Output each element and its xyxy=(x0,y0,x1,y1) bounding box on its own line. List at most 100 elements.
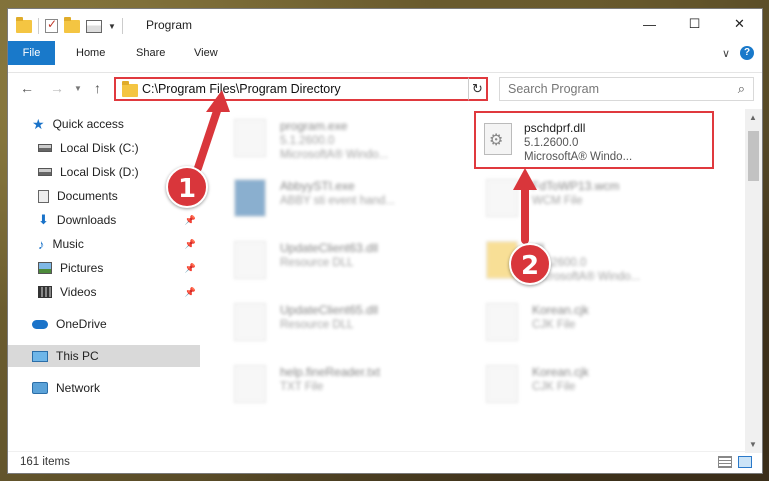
maximize-button[interactable]: ☐ xyxy=(672,9,717,39)
search-input[interactable]: Search Program xyxy=(508,82,599,96)
sidebar-item-music[interactable]: ♪ Music 📌 xyxy=(38,233,200,255)
sidebar-item-network[interactable]: Network xyxy=(32,377,200,399)
text-file-icon xyxy=(234,365,266,403)
help-icon[interactable]: ? xyxy=(740,46,754,60)
folder-icon xyxy=(122,81,138,97)
scroll-down-icon[interactable]: ▼ xyxy=(749,440,757,449)
file-name: FdToWP13.wcm xyxy=(532,179,620,193)
scrollbar-thumb[interactable] xyxy=(748,131,759,181)
file-detail: CJK File xyxy=(532,319,576,331)
list-item[interactable]: Korean.cjk CJK File xyxy=(474,295,714,351)
file-name: AbbyySTI.exe xyxy=(280,179,355,193)
file-name: Korean.cjk xyxy=(532,365,589,379)
minimize-button[interactable]: — xyxy=(627,9,672,39)
sidebar-item-videos[interactable]: Videos 📌 xyxy=(38,281,200,303)
close-button[interactable]: ✕ xyxy=(717,9,762,39)
address-bar[interactable]: C:\Program Files\Program Directory ∨ xyxy=(114,77,488,101)
window-controls: — ☐ ✕ xyxy=(627,9,762,39)
refresh-button[interactable]: ↻ xyxy=(468,77,488,101)
tiles-view-icon[interactable] xyxy=(738,456,752,468)
star-icon: ★ xyxy=(32,115,45,132)
chevron-down-icon[interactable]: ▼ xyxy=(108,22,116,31)
list-item[interactable]: help.fineReader.txt TXT File xyxy=(222,357,462,413)
drive-icon xyxy=(38,168,52,176)
sidebar-item-pictures[interactable]: Pictures 📌 xyxy=(38,257,200,279)
file-list: program.exe 5.1.2600.0 MicrosoftA® Windo… xyxy=(216,109,736,453)
list-item[interactable]: FdToWP13.wcm WCM File xyxy=(474,171,714,227)
vertical-scrollbar[interactable]: ▲ ▼ xyxy=(745,109,762,453)
sidebar-item-downloads[interactable]: ⬇ Downloads 📌 xyxy=(38,209,200,231)
sidebar-item-label: Documents xyxy=(57,189,118,203)
tab-view[interactable]: View xyxy=(194,41,218,65)
file-detail: CJK File xyxy=(532,381,576,393)
computer-icon xyxy=(32,350,48,362)
ribbon-tabs: File Home Share View ∨ ? xyxy=(8,41,762,73)
list-item[interactable]: UpdateClient65.dll Resource DLL xyxy=(222,295,462,351)
file-detail: ABBY sti event hand... xyxy=(280,195,395,207)
pin-icon[interactable]: 📌 xyxy=(185,287,196,298)
videos-icon xyxy=(38,286,52,298)
title-bar: ▼ Program — ☐ ✕ xyxy=(8,9,762,41)
back-arrow-icon[interactable]: ← xyxy=(20,80,34,96)
ribbon-right: ∨ ? xyxy=(722,46,754,60)
step-2-callout: 2 xyxy=(509,243,551,285)
pin-icon[interactable]: 📌 xyxy=(185,215,196,226)
file-name: help.fineReader.txt xyxy=(280,365,381,379)
file-name: program.exe xyxy=(280,119,348,133)
sidebar-item-label: Downloads xyxy=(56,213,117,227)
expand-ribbon-icon[interactable]: ∨ xyxy=(722,47,730,60)
sidebar-item-label: Videos xyxy=(60,285,97,299)
file-detail: TXT File xyxy=(280,381,324,393)
tab-share[interactable]: Share xyxy=(136,41,165,65)
navigation-pane: ★ Quick access Local Disk (C:) Local Dis… xyxy=(8,109,208,453)
file-name: pschdprf.dll xyxy=(524,121,586,135)
item-count: 161 items xyxy=(20,456,70,468)
dll-file-icon xyxy=(484,123,512,155)
list-item[interactable]: UpdateClient63.dll Resource DLL xyxy=(222,233,462,289)
divider xyxy=(38,18,39,34)
network-icon xyxy=(32,382,48,394)
new-folder-icon[interactable] xyxy=(64,16,80,33)
scroll-up-icon[interactable]: ▲ xyxy=(749,113,757,122)
tab-home[interactable]: Home xyxy=(76,41,105,65)
list-item[interactable]: AbbyySTI.exe ABBY sti event hand... xyxy=(222,171,462,227)
file-detail: 5.1.2600.0 xyxy=(524,137,579,149)
list-item[interactable]: program.exe 5.1.2600.0 MicrosoftA® Windo… xyxy=(222,111,462,167)
sidebar-item-label: OneDrive xyxy=(56,317,107,331)
sidebar-item-quick-access[interactable]: ★ Quick access xyxy=(32,113,224,135)
recent-locations-icon[interactable]: ▼ xyxy=(74,84,82,93)
file-name: UpdateClient65.dll xyxy=(280,303,379,317)
sidebar-item-local-disk-c[interactable]: Local Disk (C:) xyxy=(38,137,200,159)
file-detail: Resource DLL xyxy=(280,319,354,331)
status-bar: 161 items xyxy=(8,451,762,473)
sidebar-item-label: Network xyxy=(56,381,101,395)
search-box[interactable]: Search Program ⌕ xyxy=(499,77,754,101)
sidebar-item-onedrive[interactable]: OneDrive xyxy=(32,313,200,335)
file-detail: WCM File xyxy=(532,195,583,207)
customize-toolbar-icon[interactable] xyxy=(86,19,102,33)
pin-icon[interactable]: 📌 xyxy=(185,263,196,274)
quick-access-toolbar: ▼ xyxy=(16,16,123,34)
file-detail: MicrosoftA® Windo... xyxy=(280,149,389,161)
pin-icon[interactable]: 📌 xyxy=(185,239,196,250)
list-item-selected[interactable]: pschdprf.dll 5.1.2600.0 MicrosoftA® Wind… xyxy=(474,111,714,169)
up-arrow-icon[interactable]: ↑ xyxy=(94,80,101,96)
tab-file[interactable]: File xyxy=(8,41,55,65)
file-icon xyxy=(486,303,518,341)
details-view-icon[interactable] xyxy=(718,456,732,468)
file-detail: MicrosoftA® Windo... xyxy=(524,151,633,163)
file-name: UpdateClient63.dll xyxy=(280,241,379,255)
properties-check-icon[interactable] xyxy=(45,17,58,33)
music-icon: ♪ xyxy=(38,236,45,252)
search-icon[interactable]: ⌕ xyxy=(738,81,745,97)
navigation-bar: ← → ▼ ↑ C:\Program Files\Program Directo… xyxy=(8,73,762,103)
sidebar-item-label: Local Disk (D:) xyxy=(60,165,139,179)
documents-icon xyxy=(38,189,49,203)
address-path[interactable]: C:\Program Files\Program Directory xyxy=(142,82,341,96)
dll-file-icon xyxy=(234,241,266,279)
file-icon xyxy=(234,119,266,157)
sidebar-item-this-pc[interactable]: This PC xyxy=(8,345,200,367)
dll-file-icon xyxy=(234,303,266,341)
forward-arrow-icon[interactable]: → xyxy=(50,80,64,96)
list-item[interactable]: Korean.cjk CJK File xyxy=(474,357,714,413)
